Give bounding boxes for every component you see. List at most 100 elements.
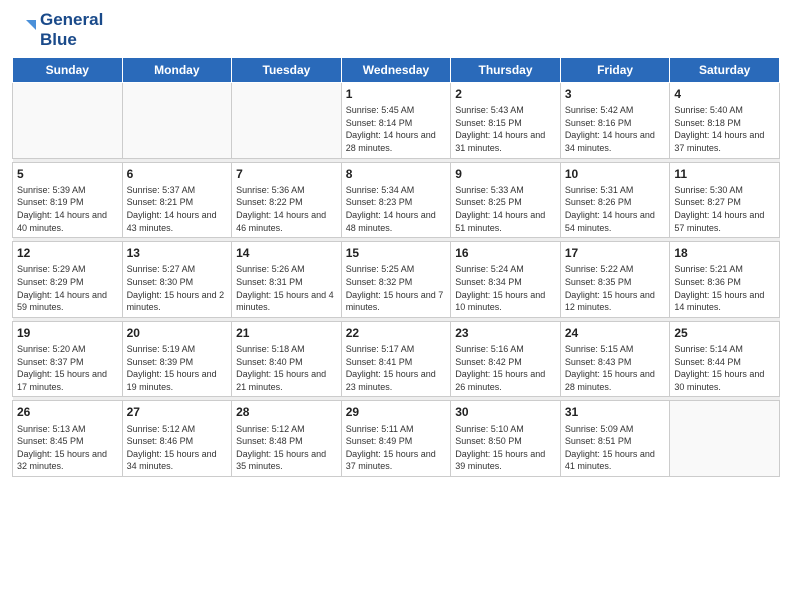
day-number: 16 — [455, 245, 556, 261]
day-number: 15 — [346, 245, 447, 261]
day-info: Sunrise: 5:39 AM Sunset: 8:19 PM Dayligh… — [17, 184, 118, 234]
calendar-cell: 26 Sunrise: 5:13 AM Sunset: 8:45 PM Dayli… — [13, 401, 123, 477]
calendar-cell: 16 Sunrise: 5:24 AM Sunset: 8:34 PM Dayli… — [451, 242, 561, 318]
day-info: Sunrise: 5:33 AM Sunset: 8:25 PM Dayligh… — [455, 184, 556, 234]
day-number: 14 — [236, 245, 337, 261]
weekday-header-saturday: Saturday — [670, 58, 780, 83]
day-number: 30 — [455, 404, 556, 420]
day-info: Sunrise: 5:31 AM Sunset: 8:26 PM Dayligh… — [565, 184, 666, 234]
calendar-cell: 2 Sunrise: 5:43 AM Sunset: 8:15 PM Daylig… — [451, 83, 561, 159]
calendar-week-4: 19Sunrise: 5:20 AM Sunset: 8:37 PM Dayli… — [13, 321, 780, 397]
day-info: Sunrise: 5:26 AM Sunset: 8:31 PM Dayligh… — [236, 263, 337, 313]
calendar-cell: 30 Sunrise: 5:10 AM Sunset: 8:50 PM Dayli… — [451, 401, 561, 477]
calendar-cell: 7Sunrise: 5:36 AM Sunset: 8:22 PM Daylig… — [232, 162, 342, 238]
day-number: 27 — [127, 404, 228, 420]
day-number: 3 — [565, 86, 666, 102]
calendar-cell: 11 Sunrise: 5:30 AM Sunset: 8:27 PM Dayli… — [670, 162, 780, 238]
day-number: 21 — [236, 325, 337, 341]
day-number: 18 — [674, 245, 775, 261]
day-info: Sunrise: 5:19 AM Sunset: 8:39 PM Dayligh… — [127, 343, 228, 393]
day-number: 26 — [17, 404, 118, 420]
calendar-cell: 13 Sunrise: 5:27 AM Sunset: 8:30 PM Dayli… — [122, 242, 232, 318]
calendar-cell — [670, 401, 780, 477]
day-info: Sunrise: 5:20 AM Sunset: 8:37 PM Dayligh… — [17, 343, 118, 393]
calendar-cell: 28 Sunrise: 5:12 AM Sunset: 8:48 PM Dayli… — [232, 401, 342, 477]
day-number: 17 — [565, 245, 666, 261]
day-info: Sunrise: 5:40 AM Sunset: 8:18 PM Dayligh… — [674, 104, 775, 154]
day-info: Sunrise: 5:37 AM Sunset: 8:21 PM Dayligh… — [127, 184, 228, 234]
day-number: 5 — [17, 166, 118, 182]
logo-general: General — [40, 10, 103, 30]
day-info: Sunrise: 5:30 AM Sunset: 8:27 PM Dayligh… — [674, 184, 775, 234]
calendar-cell: 6 Sunrise: 5:37 AM Sunset: 8:21 PM Daylig… — [122, 162, 232, 238]
day-info: Sunrise: 5:21 AM Sunset: 8:36 PM Dayligh… — [674, 263, 775, 313]
calendar-cell: 9 Sunrise: 5:33 AM Sunset: 8:25 PM Daylig… — [451, 162, 561, 238]
day-number: 28 — [236, 404, 337, 420]
day-info: Sunrise: 5:16 AM Sunset: 8:42 PM Dayligh… — [455, 343, 556, 393]
calendar-cell: 25 Sunrise: 5:14 AM Sunset: 8:44 PM Dayli… — [670, 321, 780, 397]
calendar-cell: 19Sunrise: 5:20 AM Sunset: 8:37 PM Dayli… — [13, 321, 123, 397]
day-number: 13 — [127, 245, 228, 261]
day-number: 29 — [346, 404, 447, 420]
calendar-cell: 12Sunrise: 5:29 AM Sunset: 8:29 PM Dayli… — [13, 242, 123, 318]
calendar-cell: 27 Sunrise: 5:12 AM Sunset: 8:46 PM Dayli… — [122, 401, 232, 477]
page: General Blue SundayMondayTuesdayWednesda… — [0, 0, 792, 612]
day-info: Sunrise: 5:15 AM Sunset: 8:43 PM Dayligh… — [565, 343, 666, 393]
calendar-cell: 21 Sunrise: 5:18 AM Sunset: 8:40 PM Dayli… — [232, 321, 342, 397]
day-number: 11 — [674, 166, 775, 182]
calendar-cell: 18 Sunrise: 5:21 AM Sunset: 8:36 PM Dayli… — [670, 242, 780, 318]
calendar-cell: 14 Sunrise: 5:26 AM Sunset: 8:31 PM Dayli… — [232, 242, 342, 318]
logo-bird-icon — [12, 16, 36, 44]
day-info: Sunrise: 5:27 AM Sunset: 8:30 PM Dayligh… — [127, 263, 228, 313]
day-info: Sunrise: 5:10 AM Sunset: 8:50 PM Dayligh… — [455, 423, 556, 473]
day-info: Sunrise: 5:12 AM Sunset: 8:48 PM Dayligh… — [236, 423, 337, 473]
weekday-header-monday: Monday — [122, 58, 232, 83]
calendar-cell — [13, 83, 123, 159]
calendar-cell: 3 Sunrise: 5:42 AM Sunset: 8:16 PM Daylig… — [560, 83, 670, 159]
day-number: 6 — [127, 166, 228, 182]
calendar-week-5: 26 Sunrise: 5:13 AM Sunset: 8:45 PM Dayli… — [13, 401, 780, 477]
day-info: Sunrise: 5:13 AM Sunset: 8:45 PM Dayligh… — [17, 423, 118, 473]
calendar-cell: 20Sunrise: 5:19 AM Sunset: 8:39 PM Dayli… — [122, 321, 232, 397]
day-number: 10 — [565, 166, 666, 182]
day-info: Sunrise: 5:22 AM Sunset: 8:35 PM Dayligh… — [565, 263, 666, 313]
calendar-week-1: 1Sunrise: 5:45 AM Sunset: 8:14 PM Daylig… — [13, 83, 780, 159]
weekday-header-tuesday: Tuesday — [232, 58, 342, 83]
day-info: Sunrise: 5:29 AM Sunset: 8:29 PM Dayligh… — [17, 263, 118, 313]
calendar-cell: 24Sunrise: 5:15 AM Sunset: 8:43 PM Dayli… — [560, 321, 670, 397]
header: General Blue — [12, 10, 780, 49]
calendar-cell: 29Sunrise: 5:11 AM Sunset: 8:49 PM Dayli… — [341, 401, 451, 477]
day-number: 4 — [674, 86, 775, 102]
day-number: 25 — [674, 325, 775, 341]
day-number: 9 — [455, 166, 556, 182]
logo-blue: Blue — [40, 30, 103, 50]
calendar-cell: 31Sunrise: 5:09 AM Sunset: 8:51 PM Dayli… — [560, 401, 670, 477]
day-info: Sunrise: 5:14 AM Sunset: 8:44 PM Dayligh… — [674, 343, 775, 393]
day-number: 8 — [346, 166, 447, 182]
weekday-header-friday: Friday — [560, 58, 670, 83]
day-info: Sunrise: 5:43 AM Sunset: 8:15 PM Dayligh… — [455, 104, 556, 154]
day-info: Sunrise: 5:12 AM Sunset: 8:46 PM Dayligh… — [127, 423, 228, 473]
calendar-cell — [122, 83, 232, 159]
day-number: 23 — [455, 325, 556, 341]
calendar-week-2: 5 Sunrise: 5:39 AM Sunset: 8:19 PM Daylig… — [13, 162, 780, 238]
calendar-cell: 22 Sunrise: 5:17 AM Sunset: 8:41 PM Dayli… — [341, 321, 451, 397]
day-info: Sunrise: 5:25 AM Sunset: 8:32 PM Dayligh… — [346, 263, 447, 313]
day-info: Sunrise: 5:24 AM Sunset: 8:34 PM Dayligh… — [455, 263, 556, 313]
day-number: 7 — [236, 166, 337, 182]
logo: General Blue — [12, 10, 103, 49]
calendar-table: SundayMondayTuesdayWednesdayThursdayFrid… — [12, 57, 780, 477]
day-info: Sunrise: 5:18 AM Sunset: 8:40 PM Dayligh… — [236, 343, 337, 393]
weekday-header-wednesday: Wednesday — [341, 58, 451, 83]
calendar-cell: 5 Sunrise: 5:39 AM Sunset: 8:19 PM Daylig… — [13, 162, 123, 238]
weekday-row: SundayMondayTuesdayWednesdayThursdayFrid… — [13, 58, 780, 83]
day-info: Sunrise: 5:42 AM Sunset: 8:16 PM Dayligh… — [565, 104, 666, 154]
day-number: 1 — [346, 86, 447, 102]
logo-container: General Blue — [12, 10, 103, 49]
day-number: 22 — [346, 325, 447, 341]
calendar-cell: 8Sunrise: 5:34 AM Sunset: 8:23 PM Daylig… — [341, 162, 451, 238]
day-number: 2 — [455, 86, 556, 102]
calendar-cell: 1Sunrise: 5:45 AM Sunset: 8:14 PM Daylig… — [341, 83, 451, 159]
day-number: 31 — [565, 404, 666, 420]
day-info: Sunrise: 5:17 AM Sunset: 8:41 PM Dayligh… — [346, 343, 447, 393]
